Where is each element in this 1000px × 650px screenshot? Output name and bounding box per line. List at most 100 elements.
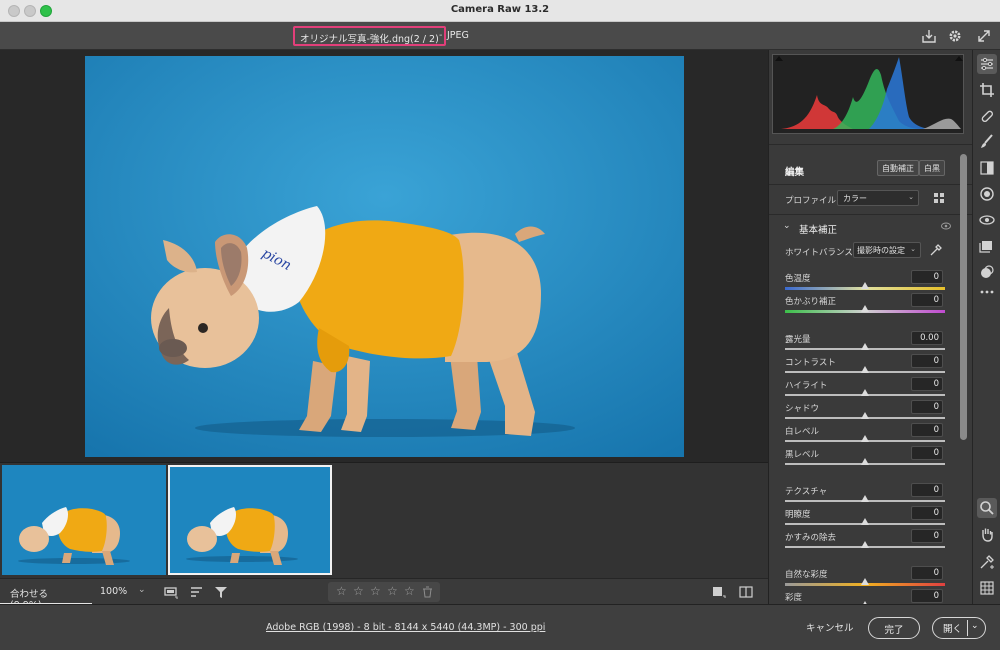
slider-label: テクスチャ (785, 487, 828, 497)
save-image-icon[interactable] (920, 27, 938, 45)
star-1[interactable]: ☆ (336, 585, 348, 597)
header-bar: オリジナル写真-強化.dng(2 / 2) - JPEG (0, 22, 1000, 50)
slider-value-input[interactable]: 0 (911, 377, 943, 391)
slider-label: 露光量 (785, 335, 811, 345)
profile-select[interactable]: カラー ⌄ (837, 190, 919, 206)
panel-scrollbar[interactable] (960, 154, 967, 440)
panel-separator (769, 144, 972, 145)
compare-view-icon[interactable] (738, 584, 754, 600)
open-button[interactable]: 開く ⌄ (932, 617, 986, 639)
black-white-button[interactable]: 白黒 (919, 160, 945, 176)
slider-value-input[interactable]: 0 (911, 589, 943, 603)
slider-thumb[interactable] (861, 282, 869, 289)
eyedropper-icon[interactable] (929, 243, 943, 257)
file-format: JPEG (447, 30, 469, 41)
star-5[interactable]: ☆ (404, 585, 416, 597)
slider-thumb[interactable] (861, 305, 869, 312)
slider-thumb[interactable] (861, 541, 869, 548)
filmstrip-options-icon[interactable] (163, 584, 179, 600)
edit-panel: 編集 自動補正 白黒 プロファイル カラー ⌄ ⌄ 基本補正 ホワイトバランス … (768, 50, 972, 604)
brush-icon[interactable] (977, 132, 997, 152)
thumbnail-1[interactable] (2, 465, 166, 575)
profile-value: カラー (843, 194, 867, 203)
auto-button[interactable]: 自動補正 (877, 160, 919, 176)
cancel-button[interactable]: キャンセル (800, 617, 860, 637)
slider-thumb[interactable] (861, 518, 869, 525)
slider-thumb[interactable] (861, 435, 869, 442)
slider-value-input[interactable]: 0 (911, 506, 943, 520)
slider-value-input[interactable]: 0 (911, 446, 943, 460)
zoom-menu-chevron[interactable]: ⌄ (138, 585, 146, 595)
tool-strip (972, 50, 1000, 604)
sort-icon[interactable] (189, 584, 205, 600)
radial-gradient-icon[interactable] (977, 184, 997, 204)
star-3[interactable]: ☆ (370, 585, 382, 597)
panel-separator (769, 214, 972, 215)
slider-label: 自然な彩度 (785, 570, 828, 580)
profile-browser-icon[interactable] (933, 192, 945, 204)
workflow-options-link[interactable]: Adobe RGB (1998) - 8 bit - 8144 x 5440 (… (266, 622, 545, 633)
image-canvas[interactable]: pion (0, 50, 768, 462)
slider-value-input[interactable]: 0 (911, 354, 943, 368)
crop-icon[interactable] (977, 80, 997, 100)
trash-icon[interactable] (422, 586, 433, 598)
chevron-down-icon: ⌄ (910, 245, 916, 253)
basic-section-title[interactable]: 基本補正 (799, 222, 837, 236)
zoom-icon[interactable] (977, 498, 997, 518)
slider-value-input[interactable]: 0 (911, 566, 943, 580)
grid-overlay-icon[interactable] (977, 578, 997, 598)
slider-value-input[interactable]: 0 (911, 423, 943, 437)
filter-icon[interactable] (213, 584, 229, 600)
hand-icon[interactable] (977, 524, 997, 544)
button-divider (967, 620, 968, 636)
slider-label: 色温度 (785, 274, 811, 284)
linear-gradient-icon[interactable] (977, 158, 997, 178)
slider-value-input[interactable]: 0 (911, 293, 943, 307)
bottom-toolbar: 合わせる (9.9%) 100% ⌄ ☆ ☆ ☆ ☆ ☆ (0, 578, 768, 611)
slider-thumb[interactable] (861, 412, 869, 419)
slider-value-input[interactable]: 0 (911, 400, 943, 414)
white-balance-value: 撮影時の設定 (857, 246, 905, 255)
title-bar: Camera Raw 13.2 (0, 0, 1000, 22)
gear-icon[interactable] (946, 27, 964, 45)
slider-value-input[interactable]: 0 (911, 483, 943, 497)
profile-label: プロファイル (785, 196, 837, 206)
edit-sliders-icon[interactable] (977, 54, 997, 74)
thumbnail-2[interactable] (168, 465, 332, 575)
slider-label: 色かぶり補正 (785, 297, 837, 307)
presets-icon[interactable] (977, 262, 997, 282)
slider-value-input[interactable]: 0 (911, 270, 943, 284)
color-sampler-icon[interactable] (977, 552, 997, 572)
eye-icon[interactable] (941, 222, 951, 230)
slider-value-input[interactable]: 0.00 (911, 331, 943, 345)
zoom-fit-button[interactable]: 合わせる (9.9%) (0, 579, 92, 611)
histogram (772, 54, 964, 134)
file-separator: - (439, 30, 443, 41)
red-eye-icon[interactable] (977, 210, 997, 230)
star-2[interactable]: ☆ (353, 585, 365, 597)
edit-title: 編集 (785, 167, 805, 178)
star-4[interactable]: ☆ (387, 585, 399, 597)
open-label: 開く (943, 624, 963, 635)
healing-icon[interactable] (977, 106, 997, 126)
slider-thumb[interactable] (861, 389, 869, 396)
slider-thumb[interactable] (861, 578, 869, 585)
open-options-chevron[interactable]: ⌄ (971, 621, 979, 631)
slider-thumb[interactable] (861, 458, 869, 465)
zoom-100-button[interactable]: 100% (100, 586, 127, 597)
snapshots-icon[interactable] (977, 236, 997, 256)
file-name: オリジナル写真-強化.dng(2 / 2) (293, 26, 446, 46)
section-toggle-icon[interactable]: ⌄ (783, 221, 791, 231)
before-after-icon[interactable] (710, 584, 726, 600)
fullscreen-icon[interactable] (975, 27, 993, 45)
slider-thumb[interactable] (861, 366, 869, 373)
slider-thumb[interactable] (861, 495, 869, 502)
done-button[interactable]: 完了 (868, 617, 920, 639)
slider-value-input[interactable]: 0 (911, 529, 943, 543)
more-options-icon[interactable] (977, 282, 997, 302)
filmstrip (0, 462, 768, 578)
slider-label: 白レベル (785, 427, 820, 437)
white-balance-select[interactable]: 撮影時の設定 ⌄ (853, 242, 921, 258)
slider-thumb[interactable] (861, 343, 869, 350)
rating-control: ☆ ☆ ☆ ☆ ☆ (328, 582, 440, 602)
